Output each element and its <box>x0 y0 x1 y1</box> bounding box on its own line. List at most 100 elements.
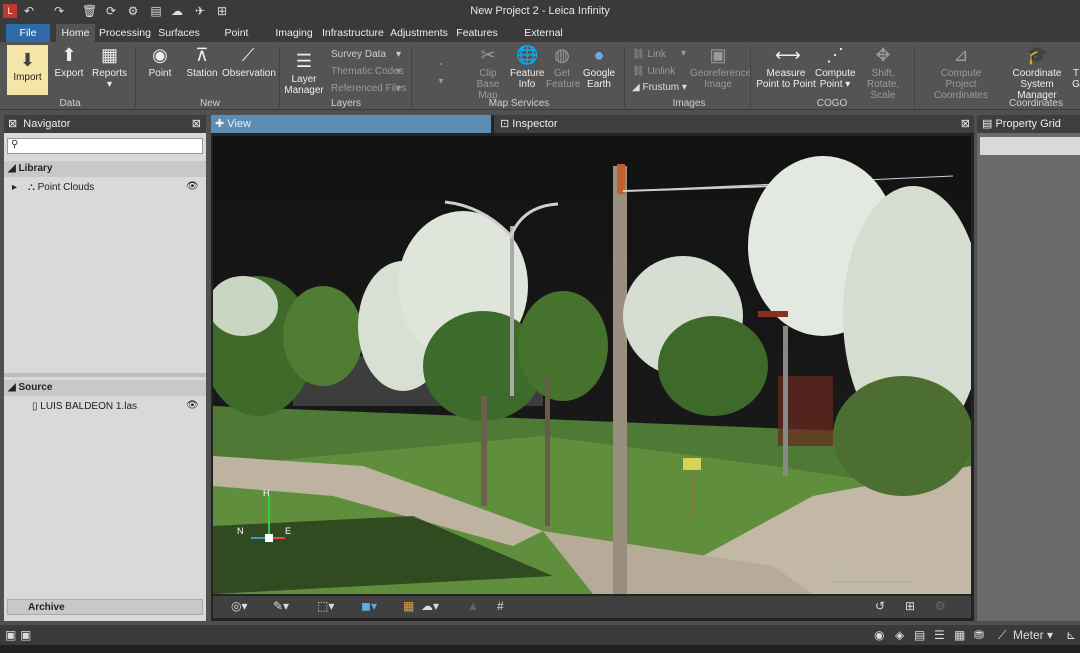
tab-file[interactable]: File <box>6 24 50 42</box>
snap-grid-icon[interactable]: ◈ <box>895 628 904 642</box>
point-icon: ◉ <box>152 45 168 65</box>
point-cloud-viewport[interactable]: 5 m H N E <box>213 136 971 594</box>
cube-view-icon[interactable]: ◼▾ <box>361 599 377 613</box>
render-style-icon[interactable]: ▦ <box>403 599 414 613</box>
box-view-icon[interactable]: ⬚▾ <box>317 599 334 613</box>
globe-icon: ◍ <box>554 45 570 65</box>
get-feature-button[interactable]: ◍ Get Feature <box>546 44 580 90</box>
eye-icon[interactable]: 👁 <box>186 181 199 192</box>
tab-inspector[interactable]: ⊡ Inspector ⊠ <box>494 115 974 133</box>
unlink-button[interactable]: ⛓ Unlink <box>632 66 675 77</box>
library-section-header[interactable]: ◢ Library <box>4 161 206 177</box>
collapse-icon: ◢ <box>8 382 16 393</box>
measure-point-to-point-button[interactable]: ⟷ Measure Point to Point <box>756 44 816 90</box>
grid-icon[interactable]: # <box>497 599 504 613</box>
list-icon[interactable]: ▤ <box>914 628 925 642</box>
point-button[interactable]: ◉ Point <box>143 44 177 79</box>
download-icon: ⬇ <box>19 50 36 70</box>
tab-surfaces[interactable]: Surfaces <box>158 24 200 42</box>
bucket-icon[interactable]: ⛃ <box>974 628 984 642</box>
chevron-down-icon: ▾ <box>396 49 402 60</box>
status-map-icon[interactable]: ▣ <box>5 628 16 642</box>
ribbon-overflow-button[interactable]: TG <box>1072 44 1080 90</box>
tab-features[interactable]: Features <box>456 24 498 42</box>
tab-processing[interactable]: Processing <box>98 24 152 42</box>
link-button[interactable]: ⛓ Link <box>632 49 666 60</box>
archive-section-header[interactable]: Archive <box>7 599 203 615</box>
google-earth-button[interactable]: ● Google Earth <box>582 44 616 90</box>
table-icon[interactable]: ▦ <box>954 628 965 642</box>
las-file-item[interactable]: ▯ LUIS BALDEON 1.las <box>32 401 137 412</box>
frustum-button[interactable]: ◢ Frustum ▾ <box>632 82 687 93</box>
axis-label-n: N <box>237 526 244 536</box>
layers-icon[interactable]: ☰ <box>934 628 945 642</box>
status-image-icon[interactable]: ▣ <box>20 628 31 642</box>
chevron-down-icon: ▾ <box>396 83 402 94</box>
compute-point-button[interactable]: ⋰ Compute Point ▾ <box>815 44 856 90</box>
shift-rotate-scale-button[interactable]: ✥ Shift, Rotate, Scale <box>856 44 910 101</box>
splitter[interactable] <box>4 373 206 377</box>
map-icon: · <box>438 53 444 73</box>
snap-icon[interactable]: ◉ <box>874 628 884 642</box>
georeference-image-button[interactable]: ▣ Georeference Image <box>690 44 751 90</box>
coordinate-system-manager-button[interactable]: 🎓 Coordinate System Manager <box>1003 44 1071 101</box>
tab-external-services[interactable]: External Services <box>506 24 581 57</box>
ruler-icon: ⟋ <box>998 628 1007 642</box>
tab-adjustments[interactable]: Adjustments <box>390 24 448 42</box>
unlink-icon: ⛓ <box>632 66 648 77</box>
grid-icon: ▤ <box>982 118 993 130</box>
survey-data-dropdown[interactable]: Survey Data <box>331 49 386 60</box>
navigator-panel: ⊠ Navigator ⊠ ⚲ ◢ Library ▸ ⛬ Point Clou… <box>4 115 206 621</box>
coordinates-icon: ⊿ <box>953 45 969 65</box>
thematic-codes-dropdown[interactable]: Thematic Codes <box>331 66 404 77</box>
source-section-header[interactable]: ◢ Source <box>4 380 206 396</box>
station-button[interactable]: ⊼ Station <box>184 44 220 79</box>
property-grid-search[interactable] <box>980 137 1080 155</box>
tab-view[interactable]: ✚ View <box>211 115 491 133</box>
map-style-dropdown[interactable]: · ▾ <box>425 52 457 87</box>
terrain-icon[interactable]: ▲ <box>467 599 479 613</box>
ribbon: ⬇ Import ⬆ Export ▦ Reports ▾ Data ◉ Point ⊼ S… <box>0 42 1080 110</box>
group-new-label: New <box>199 98 220 109</box>
compute-project-coordinates-button[interactable]: ⊿ Compute Project Coordinates <box>920 44 1002 101</box>
eye-icon[interactable]: 👁 <box>186 400 199 411</box>
group-cogo-label: COGO <box>816 98 848 109</box>
export-button[interactable]: ⬆ Export <box>53 44 85 79</box>
reports-button[interactable]: ▦ Reports ▾ <box>92 44 127 90</box>
layers-icon: ☰ <box>295 51 313 71</box>
observation-button[interactable]: ⟋ Observation <box>222 44 276 79</box>
point-cloud-icon: ⛬ <box>27 182 35 193</box>
tripod-icon: ⊼ <box>195 45 209 65</box>
tab-imaging[interactable]: Imaging <box>274 24 314 42</box>
globe-icon: 🌐 <box>516 45 539 65</box>
clip-base-map-button[interactable]: ✂ Clip Base Map <box>468 44 508 101</box>
close-icon[interactable]: ⊠ <box>192 115 201 133</box>
chevron-down-icon: ▾ <box>681 48 687 59</box>
import-button[interactable]: ⬇ Import <box>7 45 48 95</box>
group-layers-label: Layers <box>330 98 361 109</box>
feature-info-button[interactable]: 🌐 Feature Info <box>510 44 544 90</box>
settings-icon[interactable]: ⚙ <box>935 599 946 613</box>
coordinate-icon[interactable]: ⊾ <box>1066 628 1076 642</box>
layer-manager-button[interactable]: ☰ Layer Manager <box>284 50 324 96</box>
property-grid-header: ▤ Property Grid <box>977 115 1080 133</box>
title-bar: L ↶ ↷ 🗑 ⟳ ⚙ ▤ ☁ ✈ ⊞ New Project 2 - Leic… <box>0 0 1080 24</box>
group-map-services-label: Map Services <box>488 98 550 109</box>
navigation-mode-icon[interactable]: ◎▾ <box>231 599 248 613</box>
navigator-header: ⊠ Navigator ⊠ <box>4 115 206 133</box>
cloud-style-icon[interactable]: ☁▾ <box>421 599 439 613</box>
close-icon[interactable]: ⊠ <box>961 115 970 133</box>
point-clouds-node[interactable]: ▸ ⛬ Point Clouds <box>12 182 94 193</box>
image-icon: ▣ <box>709 45 727 65</box>
zoom-extents-icon[interactable]: ⊞ <box>905 599 915 613</box>
reset-view-icon[interactable]: ↺ <box>875 599 885 613</box>
inspector-icon: ⊡ <box>500 118 510 130</box>
tab-point-clouds[interactable]: Point Clouds <box>207 24 266 57</box>
file-icon: ▯ <box>32 401 38 412</box>
unit-selector[interactable]: Meter ▾ <box>1013 628 1053 642</box>
tab-infrastructure[interactable]: Infrastructure <box>322 24 384 42</box>
tab-home[interactable]: Home <box>56 24 95 42</box>
compute-icon: ⋰ <box>826 45 844 65</box>
select-tool-icon[interactable]: ✎▾ <box>273 599 289 613</box>
search-input[interactable]: ⚲ <box>7 138 203 154</box>
